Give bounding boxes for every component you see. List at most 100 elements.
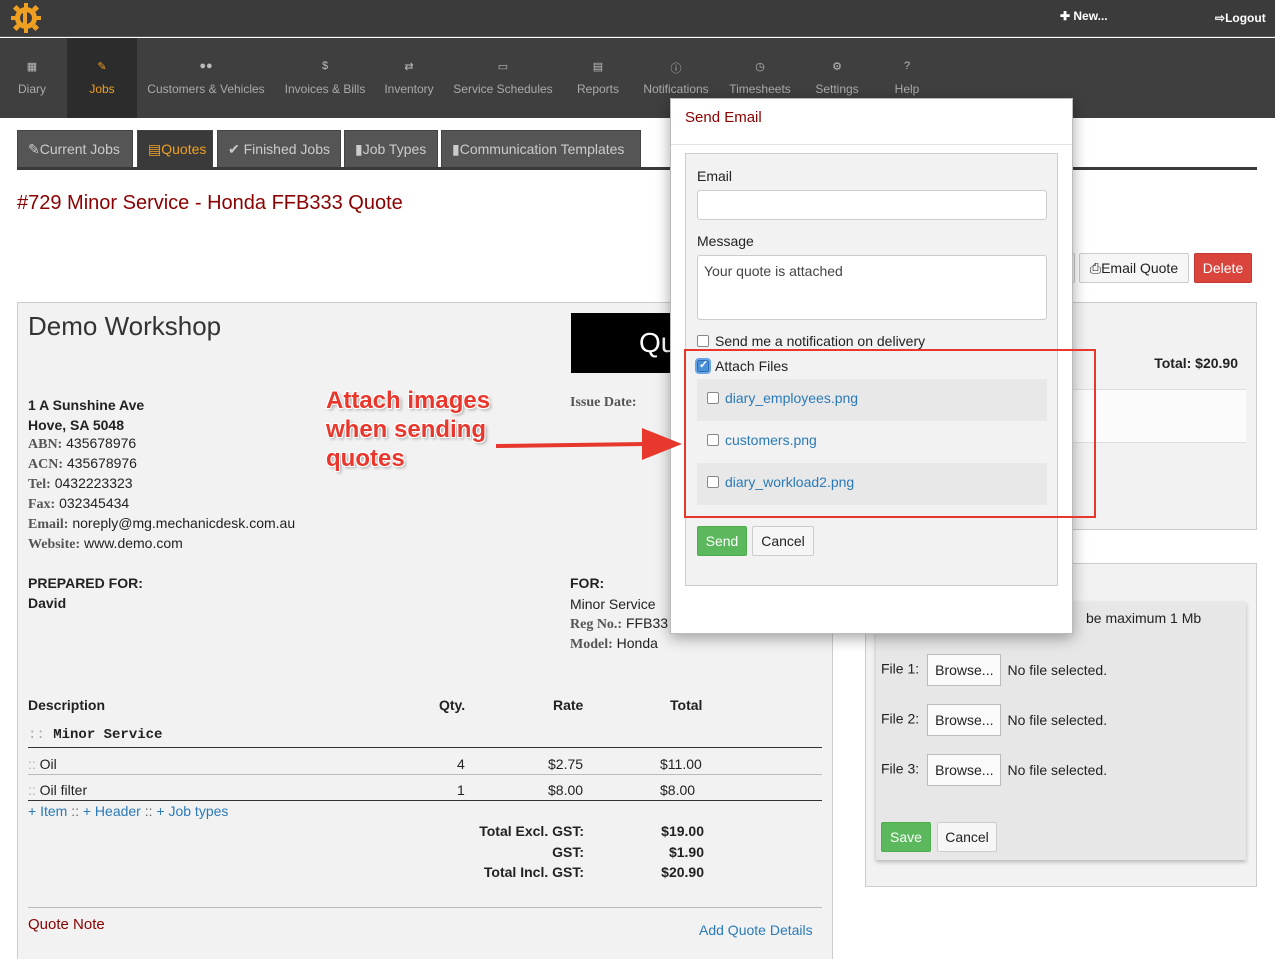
calendar-icon: ▭ [497,61,509,73]
email-input[interactable] [697,190,1047,220]
browse-button[interactable]: Browse... [927,704,1002,736]
workshop-name: Demo Workshop [28,311,222,341]
model-row: Model: Honda [570,635,658,652]
line-item-rate: $8.00 [548,782,584,798]
tab-finished-jobs[interactable]: ✔ Finished Jobs [217,130,341,168]
modal-divider [671,144,1072,145]
total-incl-gst-label: Total Incl. GST: [483,864,584,880]
col-description: Description [28,697,106,713]
col-total: Total [670,697,703,713]
upload-size-note: be maximum 1 Mb [1086,610,1202,626]
logout-icon: ⇨ [1215,11,1226,25]
check-icon: ✔ [228,141,244,157]
add-item-link[interactable]: + Item [28,803,67,819]
tel-row: Tel: 0432223323 [28,475,133,492]
file-row-2: File 2: Browse... No file selected. [881,704,1107,736]
browse-button[interactable]: Browse... [927,654,1002,686]
add-job-types-link[interactable]: + Job types [156,803,228,819]
nav-customers-vehicles[interactable]: ●● Customers & Vehicles [140,38,272,118]
divider [28,774,822,775]
drag-handle-icon[interactable]: :: [28,727,53,743]
wrench-icon: ✎ [97,61,107,73]
add-header-link[interactable]: + Header [83,803,141,819]
line-item-rate: $2.75 [548,756,584,772]
abn-row: ABN: 435678976 [28,435,137,452]
page-title: #729 Minor Service - Honda FFB333 Quote [17,192,403,214]
prepared-for-name: David [28,595,67,611]
drag-handle-icon[interactable]: :: [28,782,40,798]
gst-value: $1.90 [668,844,704,860]
drag-handle-icon[interactable]: :: [28,756,40,772]
chart-icon: ▤ [592,61,604,73]
dollar-icon: $ [321,60,329,72]
section-header[interactable]: :: Minor Service [28,727,162,743]
browse-button[interactable]: Browse... [927,754,1002,786]
prepared-for-label: PREPARED FOR: [28,575,143,591]
print-icon: ⎙ [1089,260,1102,276]
email-quote-button[interactable]: ⎙Email Quote [1079,253,1189,283]
nav-inventory[interactable]: ⇄ Inventory [378,38,440,118]
tab-job-types[interactable]: ▮Job Types [344,130,438,168]
issue-date-label: Issue Date: [570,395,637,410]
notify-checkbox[interactable] [697,335,709,347]
file-icon: ▮ [355,141,363,157]
line-item-desc[interactable]: :: Oil filter [28,782,87,798]
nav-jobs[interactable]: ✎ Jobs [67,38,137,118]
gears-icon: ⚙ [832,61,842,73]
total-excl-gst-label: Total Excl. GST: [479,823,584,839]
nav-invoices-bills[interactable]: $ Invoices & Bills [276,38,374,118]
acn-row: ACN: 435678976 [28,455,137,472]
divider [28,800,822,801]
line-item-total: $8.00 [660,782,696,798]
workshop-address: 1 A Sunshine Ave Hove, SA 5048 [28,397,145,433]
total-incl-gst-value: $20.90 [661,864,704,880]
nav-reports[interactable]: ▤ Reports [570,38,626,118]
tab-current-jobs[interactable]: ✎Current Jobs [17,130,133,168]
info-icon: ⓘ [670,63,682,75]
logout-button[interactable]: ⇨Logout [1215,11,1266,25]
for-service: Minor Service [570,596,656,612]
save-button[interactable]: Save [881,822,931,852]
calendar-icon: ▦ [26,61,38,73]
file-row-1: File 1: Browse... No file selected. [881,654,1107,686]
for-label: FOR: [570,575,605,591]
cancel-button[interactable]: Cancel [937,822,997,852]
clock-icon: ◷ [755,61,765,73]
summary-total: Total: $20.90 [1154,355,1238,371]
main-nav: ▦ Diary ✎ Jobs ●● Customers & Vehicles $ Inv… [0,38,1275,118]
send-button[interactable]: Send [697,526,747,556]
quote-note-heading: Quote Note [28,916,105,933]
nav-diary[interactable]: ▦ Diary [0,38,64,118]
modal-title: Send Email [685,109,762,126]
plus-icon: ✚ [1060,9,1074,23]
website-row: Website: www.demo.com [28,535,183,552]
email-label: Email [697,168,733,184]
nav-service-schedules[interactable]: ▭ Service Schedules [446,38,560,118]
wrench-icon: ✎ [28,141,40,157]
quote-banner: Qu [571,313,681,373]
line-item-qty: 4 [457,756,465,772]
divider [28,907,822,908]
cancel-button[interactable]: Cancel [752,526,814,556]
document-icon: ▤ [148,141,162,157]
add-quote-details-link[interactable]: Add Quote Details [699,922,813,938]
notify-checkbox-row[interactable]: Send me a notification on delivery [697,333,925,349]
line-item-desc[interactable]: :: Oil [28,756,57,772]
line-item-qty: 1 [457,782,465,798]
gear-logo-icon[interactable] [11,3,41,33]
message-textarea[interactable]: Your quote is attached [697,255,1047,320]
upload-form: be maximum 1 Mb File 1: Browse... No file … [876,602,1246,860]
add-links-row: + Item :: + Header :: + Job types [28,803,229,819]
annotation-highlight-box [684,349,1096,518]
message-label: Message [697,233,754,249]
new-menu-button[interactable]: ✚ New... [1060,9,1108,23]
annotation-text: Attach images when sending quotes [326,387,491,472]
col-rate: Rate [553,697,584,713]
line-item-total: $11.00 [660,756,702,772]
divider [28,747,822,748]
tab-quotes[interactable]: ▤Quotes [137,130,213,168]
fax-row: Fax: 032345434 [28,495,130,512]
delete-button[interactable]: Delete [1194,253,1252,283]
tab-communication-templates[interactable]: ▮Communication Templates [441,130,641,168]
email-row: Email: noreply@mg.mechanicdesk.com.au [28,515,296,532]
